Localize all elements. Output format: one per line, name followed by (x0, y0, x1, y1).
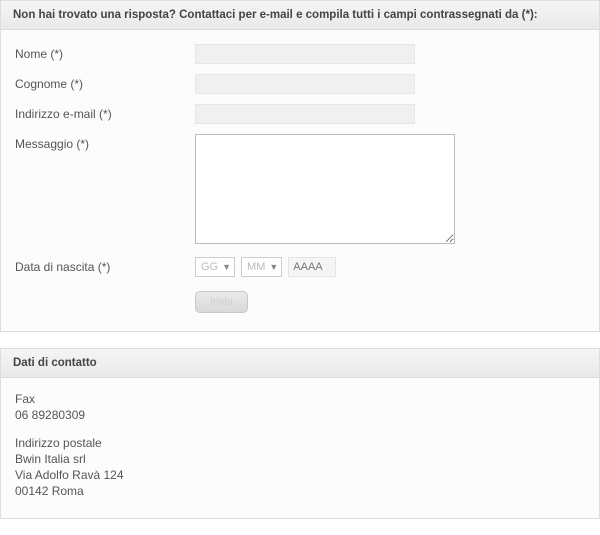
contact-body: Fax 06 89280309 Indirizzo postale Bwin I… (1, 378, 599, 518)
submit-button[interactable]: Invia (195, 291, 248, 313)
row-messaggio: Messaggio (*) (15, 134, 585, 247)
input-cognome[interactable] (195, 74, 415, 94)
contact-details-section: Dati di contatto Fax 06 89280309 Indiriz… (0, 348, 600, 519)
postal-city: 00142 Roma (15, 484, 585, 498)
form-body: Nome (*) Cognome (*) Indirizzo e-mail (*… (1, 30, 599, 331)
input-dob-year[interactable] (288, 257, 336, 277)
chevron-down-icon: ▼ (222, 262, 231, 272)
input-email[interactable] (195, 104, 415, 124)
select-dob-day[interactable]: GG ▼ (195, 257, 235, 277)
input-nome[interactable] (195, 44, 415, 64)
select-dob-month[interactable]: MM ▼ (241, 257, 282, 277)
textarea-messaggio[interactable] (195, 134, 455, 244)
postal-street: Via Adolfo Ravà 124 (15, 468, 585, 482)
submit-row: Invia (195, 291, 585, 313)
contact-header: Dati di contatto (1, 349, 599, 378)
row-cognome: Cognome (*) (15, 74, 585, 94)
select-dob-month-placeholder: MM (247, 261, 265, 273)
row-dob: Data di nascita (*) GG ▼ MM ▼ (15, 257, 585, 277)
label-dob: Data di nascita (*) (15, 257, 195, 274)
label-cognome: Cognome (*) (15, 74, 195, 91)
contact-form-section: Non hai trovato una risposta? Contattaci… (0, 0, 600, 332)
label-messaggio: Messaggio (*) (15, 134, 195, 151)
select-dob-day-placeholder: GG (201, 261, 218, 273)
fax-label: Fax (15, 392, 585, 406)
chevron-down-icon: ▼ (269, 262, 278, 272)
form-header: Non hai trovato una risposta? Contattaci… (1, 1, 599, 30)
label-email: Indirizzo e-mail (*) (15, 104, 195, 121)
fax-number: 06 89280309 (15, 408, 585, 422)
label-nome: Nome (*) (15, 44, 195, 61)
row-nome: Nome (*) (15, 44, 585, 64)
row-email: Indirizzo e-mail (*) (15, 104, 585, 124)
postal-label: Indirizzo postale (15, 436, 585, 450)
postal-company: Bwin Italia srl (15, 452, 585, 466)
